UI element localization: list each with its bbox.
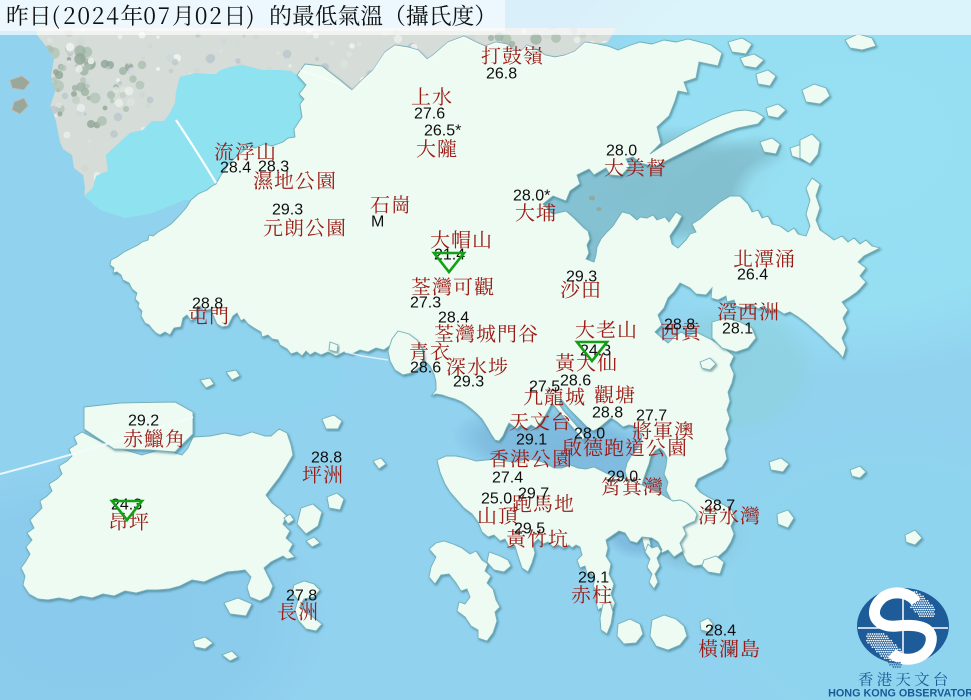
svg-text:28.6: 28.6 <box>560 372 591 389</box>
svg-text:26.4: 26.4 <box>737 266 768 283</box>
svg-text:29.7: 29.7 <box>518 485 549 502</box>
svg-text:28.3: 28.3 <box>258 158 289 175</box>
svg-text:28.8: 28.8 <box>192 295 223 312</box>
svg-text:29.2: 29.2 <box>128 412 159 429</box>
svg-text:26.8: 26.8 <box>486 65 517 82</box>
svg-text:29.3: 29.3 <box>453 373 484 390</box>
svg-text:28.0*: 28.0* <box>513 187 550 204</box>
svg-text:29.3: 29.3 <box>566 268 597 285</box>
svg-text:29.0: 29.0 <box>607 468 638 485</box>
svg-text:26.5*: 26.5* <box>424 122 461 139</box>
svg-text:27.8: 27.8 <box>286 587 317 604</box>
svg-text:29.1: 29.1 <box>516 431 547 448</box>
svg-text:27.4: 27.4 <box>492 469 523 486</box>
svg-text:M: M <box>371 213 384 230</box>
svg-text:29.3: 29.3 <box>272 201 303 218</box>
svg-text:29.5: 29.5 <box>514 520 545 537</box>
svg-text:28.0: 28.0 <box>574 425 605 442</box>
svg-text:28.8: 28.8 <box>592 404 623 421</box>
svg-text:HONG KONG OBSERVATORY: HONG KONG OBSERVATORY <box>828 688 971 700</box>
svg-text:27.3: 27.3 <box>410 294 441 311</box>
svg-text:28.6: 28.6 <box>410 359 441 376</box>
svg-text:28.0: 28.0 <box>606 142 637 159</box>
svg-text:29.1: 29.1 <box>578 569 609 586</box>
svg-text:28.1: 28.1 <box>722 320 753 337</box>
svg-text:28.4: 28.4 <box>705 622 736 639</box>
svg-text:28.7: 28.7 <box>704 497 735 514</box>
svg-text:27.7: 27.7 <box>636 407 667 424</box>
svg-text:28.8: 28.8 <box>311 449 342 466</box>
svg-text:28.8: 28.8 <box>664 316 695 333</box>
svg-text:25.0: 25.0 <box>481 490 512 507</box>
svg-text:27.5: 27.5 <box>529 378 560 395</box>
svg-text:28.4: 28.4 <box>220 159 251 176</box>
svg-text:27.6: 27.6 <box>414 105 445 122</box>
svg-text:28.4: 28.4 <box>438 309 469 326</box>
